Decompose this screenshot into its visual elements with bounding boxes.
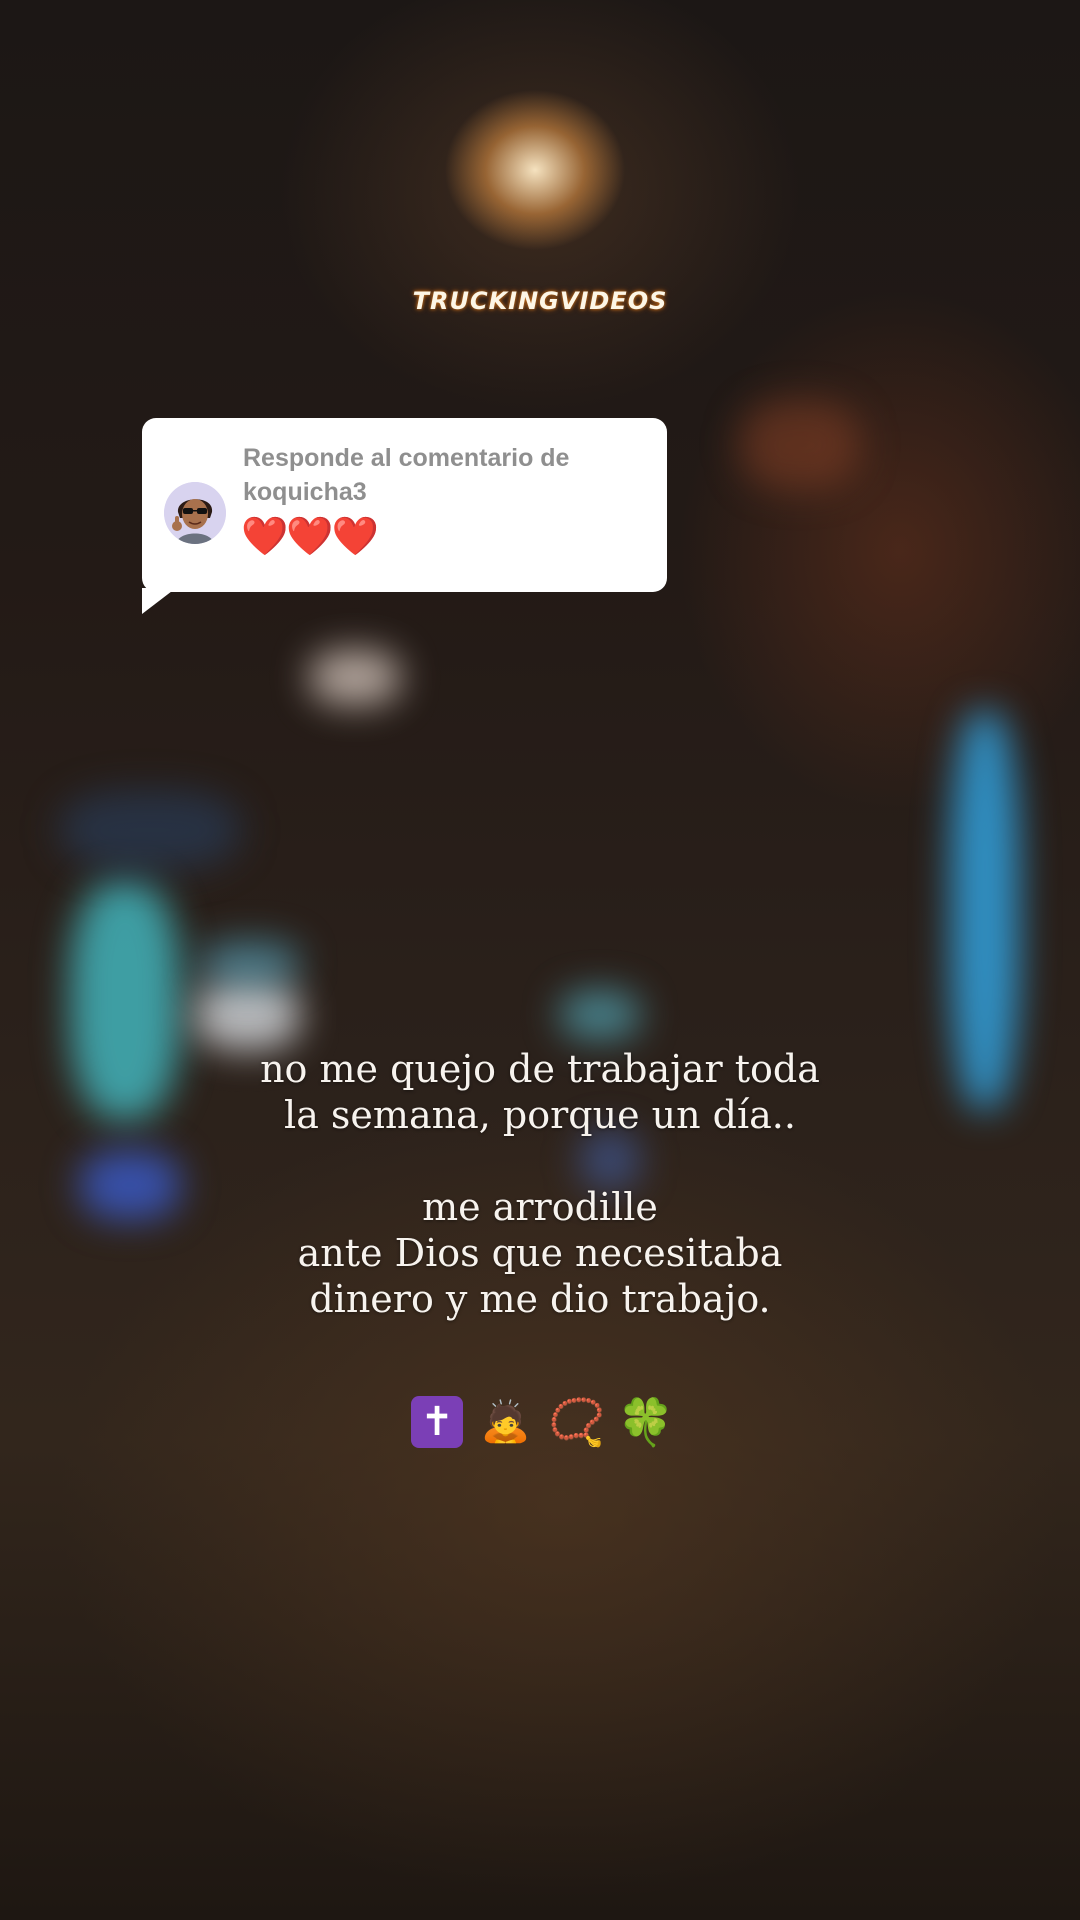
avatar-icon (164, 482, 226, 544)
background-light-blob (580, 1130, 640, 1190)
avatar-icon[interactable] (164, 482, 226, 544)
video-screen[interactable]: TRUCKINGVIDEOS Responde al comentario de… (0, 0, 1080, 1920)
background-light-blob (200, 940, 300, 985)
background-light-blob (560, 990, 640, 1040)
reply-comment-text: ❤️❤️❤️ (241, 514, 379, 558)
background-light-blob (195, 980, 300, 1050)
watermark-text: TRUCKINGVIDEOS (412, 287, 668, 315)
background-light-blob (60, 790, 240, 870)
reply-card-tail (142, 588, 176, 614)
cross-icon: ✝ (411, 1395, 464, 1448)
caption-line: la semana, porque un día.. (284, 1093, 796, 1137)
caption-line: me arrodille (422, 1185, 658, 1229)
rosary-icon: 📿 (548, 1394, 606, 1449)
background-light-blob (310, 650, 400, 705)
reply-comment-card[interactable]: Responde al comentario de koquicha3 ❤️❤️… (142, 418, 667, 592)
caption-line: no me quejo de trabajar toda (260, 1047, 820, 1091)
four-leaf-clover-icon: 🍀 (616, 1394, 675, 1449)
reply-username[interactable]: koquicha3 (243, 478, 367, 507)
bowing-person-icon: 🙇 (480, 1398, 531, 1445)
caption-line: dinero y me dio trabajo. (309, 1277, 771, 1321)
background-light-blob (740, 400, 860, 490)
reply-label: Responde al comentario de (243, 444, 570, 472)
caption-line: ante Dios que necesitaba (297, 1231, 783, 1275)
emoji-row: ✝ 🙇 📿 🍀 (0, 1390, 1080, 1448)
